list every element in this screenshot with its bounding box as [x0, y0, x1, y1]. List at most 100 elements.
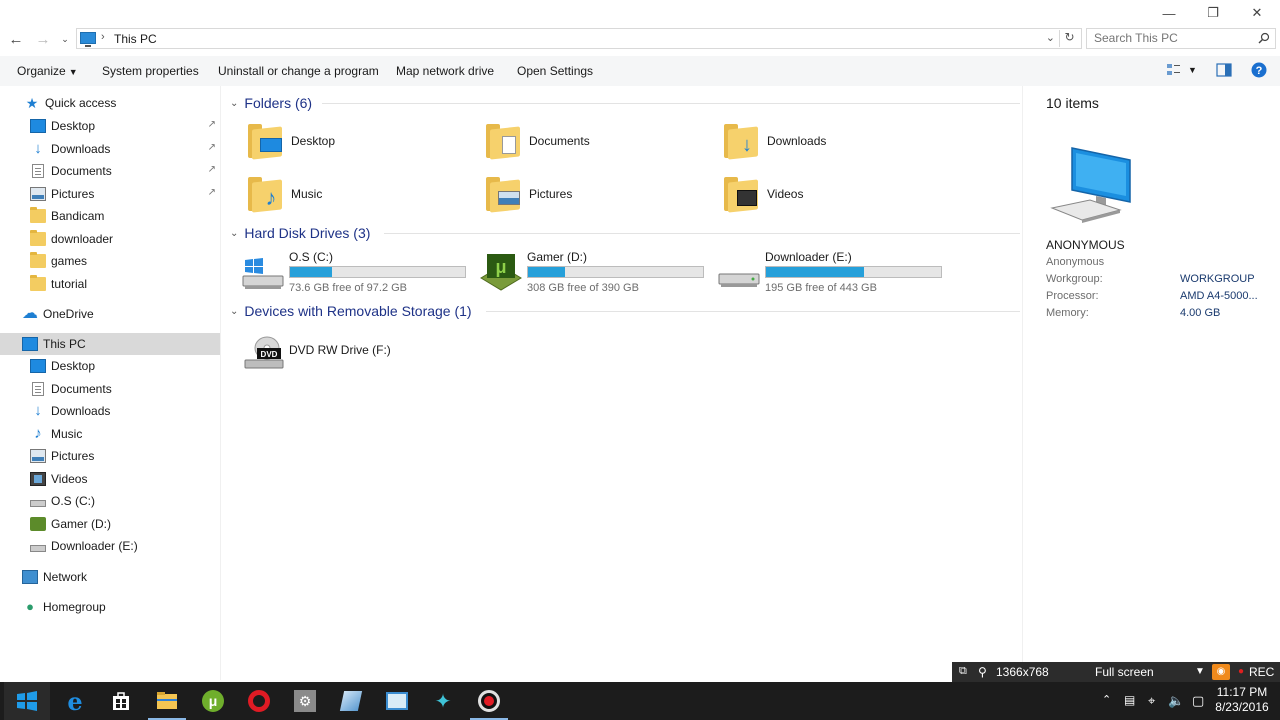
nav-item[interactable]: Desktop [0, 355, 220, 377]
system-properties-button[interactable]: System properties [102, 64, 199, 78]
open-settings-button[interactable]: Open Settings [517, 64, 593, 78]
forward-button[interactable]: → [33, 29, 53, 49]
nav-item[interactable]: Documents [0, 378, 220, 400]
divider [486, 311, 1020, 312]
nav-item-label: Bandicam [51, 209, 105, 223]
power-icon[interactable]: ▤ [1124, 693, 1135, 707]
refresh-button[interactable]: ↻ [1059, 30, 1079, 47]
nav-item[interactable]: Documents ↗ [0, 160, 220, 182]
nav-item[interactable]: games [0, 250, 220, 272]
organize-button[interactable]: Organize ▼ [17, 64, 78, 78]
folder-tile[interactable]: Desktop [246, 118, 466, 164]
taskbar-utorrent[interactable]: μ [190, 682, 236, 720]
view-dropdown-icon[interactable]: ▼ [1188, 65, 1197, 75]
folders-group-header[interactable]: ⌄ Folders (6) [230, 93, 1020, 113]
nav-item[interactable]: O.S (C:) [0, 490, 220, 512]
nav-item[interactable]: Desktop ↗ [0, 115, 220, 137]
search-input[interactable] [1094, 29, 1254, 47]
nav-item-label: Desktop [51, 359, 96, 373]
preview-pane-icon[interactable] [1216, 63, 1232, 77]
breadcrumb[interactable]: This PC [114, 32, 157, 46]
volume-icon[interactable]: 🔈 [1168, 693, 1184, 709]
user-name: Anonymous [1046, 256, 1105, 268]
minimize-button[interactable]: — [1148, 2, 1190, 24]
magnifier-icon[interactable]: ⚲ [978, 665, 987, 679]
nav-item[interactable]: Pictures ↗ [0, 183, 220, 205]
nav-item[interactable]: downloader [0, 228, 220, 250]
pin-icon[interactable]: ↗ [208, 119, 216, 130]
recent-locations-button[interactable]: ⌄ [58, 29, 72, 49]
nav-homegroup[interactable]: ● Homegroup [0, 596, 220, 618]
taskbar-file-explorer[interactable] [144, 682, 190, 720]
nav-item[interactable]: ↓ Downloads ↗ [0, 138, 220, 160]
action-center-icon[interactable]: ▢ [1192, 693, 1204, 709]
taskbar-app-remote[interactable] [374, 682, 420, 720]
close-button[interactable]: ✕ [1236, 2, 1278, 24]
rec-button[interactable]: REC [1249, 665, 1274, 679]
folder-tile[interactable]: ↓ Downloads [722, 118, 942, 164]
window-select-icon[interactable]: ⧉ [959, 665, 967, 678]
nav-item[interactable]: tutorial [0, 273, 220, 295]
drive-tile[interactable]: O.S (C:) 73.6 GB free of 97.2 GB [241, 248, 471, 294]
clock[interactable]: 11:17 PM 8/23/2016 [1206, 685, 1278, 715]
address-bar[interactable]: › This PC ⌄ ↻ [76, 28, 1082, 49]
folder-tile[interactable]: Documents [484, 118, 704, 164]
nav-item[interactable]: Pictures [0, 445, 220, 467]
nav-item[interactable]: Bandicam [0, 205, 220, 227]
windows-drive-icon [242, 258, 284, 289]
show-hidden-icons-icon[interactable]: ⌃ [1102, 693, 1111, 706]
folder-videos-icon [722, 177, 760, 213]
dvd-drive-icon: DVD [244, 336, 284, 369]
help-icon[interactable]: ? [1251, 62, 1267, 78]
taskbar-app-network[interactable]: ✦ [420, 682, 466, 720]
nav-item[interactable]: Downloader (E:) [0, 535, 220, 557]
drive-tile[interactable]: μ Gamer (D:) 308 GB free of 390 GB [479, 248, 709, 294]
computer-icon [1050, 147, 1131, 223]
start-button[interactable] [4, 682, 50, 720]
nav-item[interactable]: Gamer (D:) [0, 513, 220, 535]
taskbar-bandicam[interactable] [466, 682, 512, 720]
pictures-icon [30, 449, 46, 463]
taskbar-opera[interactable] [236, 682, 282, 720]
taskbar-store[interactable] [98, 682, 144, 720]
nav-this-pc[interactable]: This PC [0, 333, 220, 355]
nav-item[interactable]: ♪ Music [0, 423, 220, 445]
drives-group-header[interactable]: ⌄ Hard Disk Drives (3) [230, 223, 1020, 243]
search-icon[interactable] [1258, 32, 1270, 44]
pin-icon[interactable]: ↗ [208, 187, 216, 198]
folder-icon [30, 229, 46, 246]
recorder-mode[interactable]: Full screen [1095, 665, 1154, 679]
change-view-icon[interactable] [1166, 63, 1182, 77]
star-icon: ★ [25, 95, 39, 111]
uninstall-program-button[interactable]: Uninstall or change a program [218, 64, 379, 78]
music-icon: ♪ [34, 424, 42, 442]
pin-icon[interactable]: ↗ [208, 164, 216, 175]
map-network-drive-button[interactable]: Map network drive [396, 64, 494, 78]
folder-tile[interactable]: Videos [722, 171, 942, 217]
address-dropdown-icon[interactable]: ⌄ [1046, 31, 1055, 44]
folder-icon [30, 207, 46, 223]
nav-item[interactable]: Videos [0, 468, 220, 490]
nav-onedrive[interactable]: ☁ OneDrive [0, 303, 220, 325]
taskbar-edge[interactable]: e [52, 682, 98, 720]
dvd-drive-tile[interactable]: DVD DVD RW Drive (F:) [241, 330, 441, 376]
maximize-button[interactable]: ❐ [1192, 2, 1234, 24]
folder-tile[interactable]: ♪ Music [246, 171, 466, 217]
nav-item-label: Gamer (D:) [51, 516, 111, 531]
wifi-icon[interactable]: ⌖ [1148, 693, 1155, 709]
nav-network[interactable]: Network [0, 566, 220, 588]
search-box[interactable] [1086, 28, 1276, 49]
nav-item[interactable]: ↓ Downloads [0, 400, 220, 422]
pin-icon[interactable]: ↗ [208, 142, 216, 153]
back-button[interactable]: ← [6, 29, 26, 49]
command-bar: Organize ▼ System properties Uninstall or… [0, 56, 1280, 86]
taskbar-app-notes[interactable] [328, 682, 374, 720]
removable-group-header[interactable]: ⌄ Devices with Removable Storage (1) [230, 301, 1020, 321]
drive-tile[interactable]: Downloader (E:) 195 GB free of 443 GB [717, 248, 947, 294]
mode-dropdown-icon[interactable]: ▼ [1195, 666, 1205, 677]
breadcrumb-chevron-icon[interactable]: › [101, 31, 105, 43]
nav-quick-access[interactable]: ★ Quick access [0, 92, 220, 114]
camera-icon[interactable]: ◉ [1212, 664, 1230, 680]
folder-tile[interactable]: Pictures [484, 171, 704, 217]
taskbar-settings[interactable]: ⚙ [282, 682, 328, 720]
